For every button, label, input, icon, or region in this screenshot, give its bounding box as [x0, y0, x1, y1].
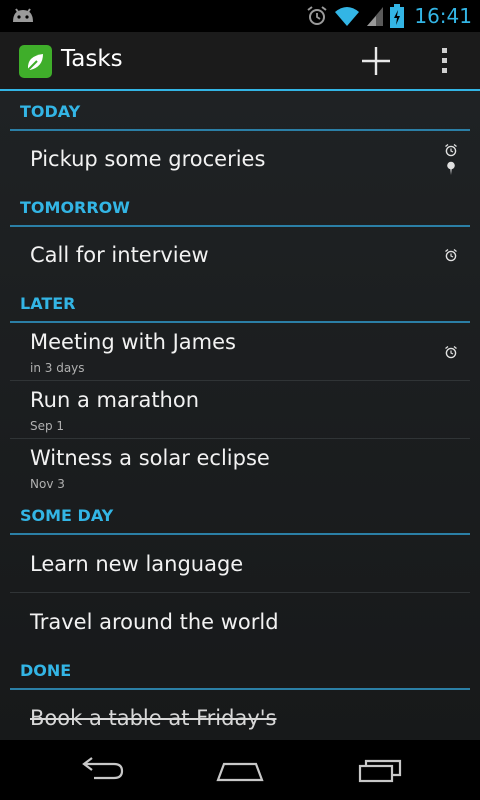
task-due-date: Nov 3 [30, 477, 65, 491]
status-time: 16:41 [414, 4, 472, 28]
back-icon [82, 757, 124, 780]
section-title: DONE [20, 661, 72, 680]
action-bar: Tasks [0, 32, 480, 90]
task-title: Travel around the world [30, 610, 279, 634]
task-item-eclipse[interactable]: Witness a solar eclipse Nov 3 [10, 439, 470, 497]
task-item-travel[interactable]: Travel around the world [10, 593, 470, 650]
alarm-icon [445, 248, 457, 262]
task-item-interview[interactable]: Call for interview [10, 227, 470, 283]
signal-icon [367, 7, 384, 26]
section-header-today: TODAY [0, 91, 480, 131]
task-title: Call for interview [30, 243, 209, 267]
section-title: TODAY [20, 102, 81, 121]
wifi-icon [335, 7, 360, 26]
alarm-icon [445, 345, 457, 359]
tasks-app-icon[interactable] [19, 45, 52, 78]
task-due-date: Sep 1 [30, 419, 65, 433]
location-pin-icon [447, 161, 455, 175]
android-debug-icon [13, 8, 33, 22]
page-title: Tasks [61, 46, 123, 72]
task-item-language[interactable]: Learn new language [10, 535, 470, 593]
section-header-later: LATER [0, 283, 480, 323]
task-title: Learn new language [30, 552, 244, 576]
section-header-tomorrow: TOMORROW [0, 187, 480, 227]
add-task-button[interactable] [352, 36, 400, 86]
task-title: Book a table at Friday's [30, 706, 277, 730]
home-icon [216, 762, 264, 782]
task-item-table[interactable]: Book a table at Friday's [10, 690, 470, 740]
alarm-icon [307, 6, 327, 25]
task-item-meeting[interactable]: Meeting with James in 3 days [10, 323, 470, 381]
task-due-date: in 3 days [30, 361, 85, 375]
task-indicators [444, 143, 458, 175]
task-title: Witness a solar eclipse [30, 446, 270, 470]
section-title: LATER [20, 294, 76, 313]
status-icons: 16:41 [306, 0, 472, 32]
section-title: TOMORROW [20, 198, 130, 217]
task-title: Run a marathon [30, 388, 200, 412]
navigation-bar [0, 740, 480, 800]
task-title: Meeting with James [30, 330, 236, 354]
recent-apps-button[interactable] [350, 750, 410, 790]
home-button[interactable] [210, 750, 270, 790]
task-item-groceries[interactable]: Pickup some groceries [10, 131, 470, 187]
section-title: SOME DAY [20, 506, 114, 525]
task-indicators [444, 345, 458, 359]
battery-charging-icon [390, 4, 405, 28]
status-bar: 16:41 [0, 0, 480, 32]
task-item-marathon[interactable]: Run a marathon Sep 1 [10, 381, 470, 439]
recent-apps-icon [358, 759, 402, 783]
task-title: Pickup some groceries [30, 147, 266, 171]
back-button[interactable] [70, 750, 130, 790]
section-header-done: DONE [0, 650, 480, 690]
alarm-icon [445, 143, 457, 157]
task-list[interactable]: TODAY Pickup some groceries TOMORROW Cal… [0, 91, 480, 740]
task-indicators [444, 248, 458, 262]
overflow-menu-button[interactable] [428, 36, 462, 86]
section-header-someday: SOME DAY [0, 497, 480, 535]
